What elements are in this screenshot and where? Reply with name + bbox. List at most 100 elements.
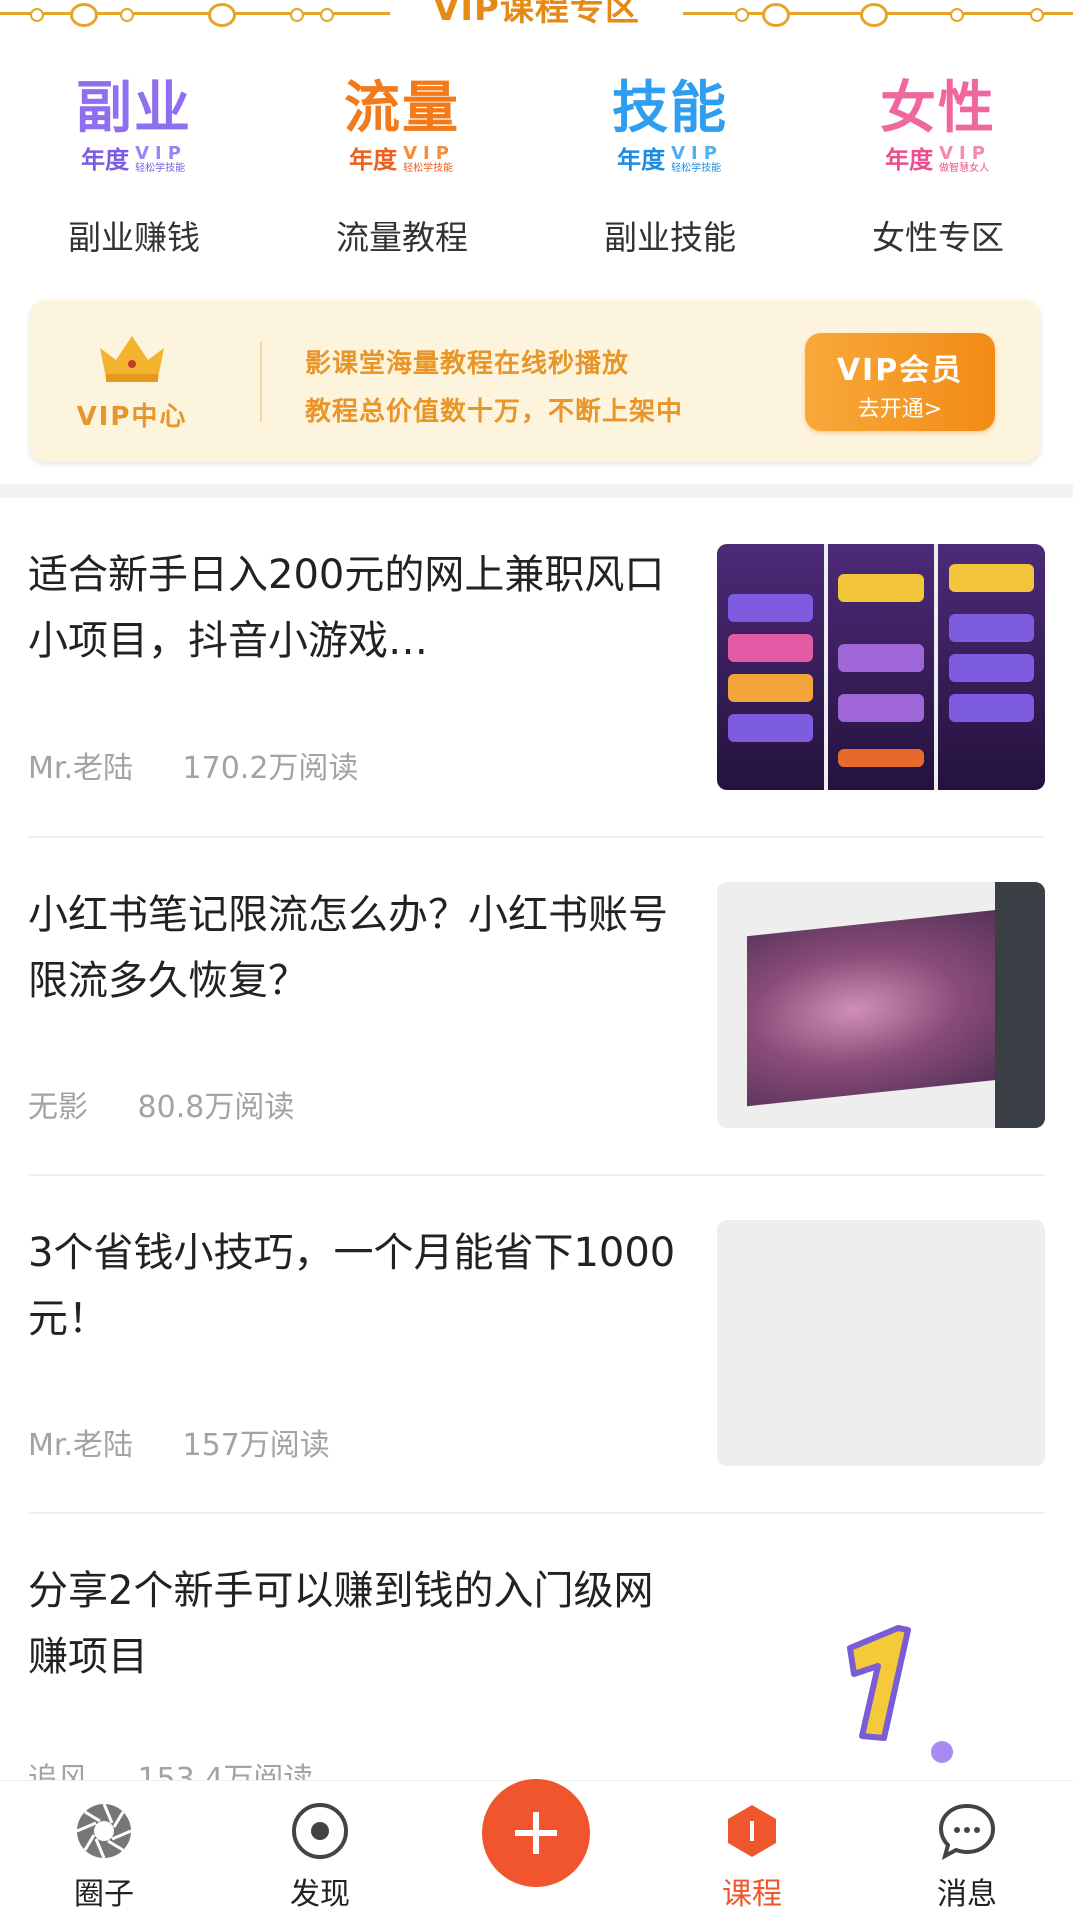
create-post-button[interactable] xyxy=(482,1779,590,1887)
category-women[interactable]: 女性 年度 VIP 做智慧女人 女性专区 xyxy=(804,75,1072,275)
category-logo-slogan: 轻松学技能 xyxy=(403,163,454,174)
office-display xyxy=(747,907,1017,1107)
category-logo-vip-text: VIP xyxy=(671,143,723,164)
aperture-icon xyxy=(74,1801,134,1861)
category-logo-sub: 年度 VIP 轻松学技能 xyxy=(81,145,187,175)
discover-icon xyxy=(290,1801,350,1861)
category-logo: 技能 年度 VIP 轻松学技能 xyxy=(600,75,740,195)
vip-button-subtitle: 去开通> xyxy=(857,397,943,422)
banner-ornament-ring xyxy=(70,3,98,27)
category-logo-slogan: 轻松学技能 xyxy=(135,163,186,174)
category-logo: 副业 年度 VIP 轻松学技能 xyxy=(64,75,204,195)
category-logo-title: 流量 xyxy=(344,76,460,141)
floating-badge-text: 1. xyxy=(832,1620,834,1621)
category-logo-title: 女性 xyxy=(880,76,996,141)
banner-ornament-dot xyxy=(290,8,304,22)
category-logo-year: 年度 xyxy=(617,146,666,174)
plus-icon xyxy=(515,1812,557,1854)
tab-label: 消息 xyxy=(937,1877,997,1912)
article-read-count: 157万阅读 xyxy=(182,1428,330,1463)
article-title: 3个省钱小技巧，一个月能省下1000元！ xyxy=(28,1230,676,1342)
banner-ornament-dot xyxy=(1030,8,1044,22)
article-meta: 无影 80.8万阅读 xyxy=(28,1082,294,1126)
banner-ornament-dot xyxy=(120,8,134,22)
category-logo-vip-text: VIP xyxy=(135,143,187,164)
floating-number-badge[interactable]: 1. xyxy=(832,1620,962,1770)
category-logo-vip-text: VIP xyxy=(403,143,455,164)
vip-card-description: 影课堂海量教程在线秒播放 教程总价值数十万，不断上架中 xyxy=(305,340,683,436)
tab-label: 发现 xyxy=(290,1877,350,1912)
tab-discover[interactable]: 发现 xyxy=(260,1801,380,1913)
course-icon xyxy=(722,1801,782,1861)
category-logo-sub: 年度 VIP 轻松学技能 xyxy=(617,145,723,175)
office-pillar xyxy=(995,882,1045,1128)
article-item[interactable]: 小红书笔记限流怎么办？小红书账号限流多久恢复？ 无影 80.8万阅读 xyxy=(0,838,1073,1176)
category-logo-vip-text: VIP xyxy=(939,143,991,164)
banner-ornament-dot xyxy=(950,8,964,22)
vip-card-divider xyxy=(260,342,262,422)
banner-ornament-ring xyxy=(208,3,236,27)
category-logo-sub: 年度 VIP 做智慧女人 xyxy=(885,145,991,175)
category-logo-slogan: 做智慧女人 xyxy=(939,163,990,174)
article-read-count: 170.2万阅读 xyxy=(182,751,359,786)
category-logo-vip: VIP 轻松学技能 xyxy=(135,145,187,175)
article-thumbnail xyxy=(717,882,1045,1128)
article-item[interactable]: 适合新手日入200元的网上兼职风口小项目，抖音小游戏… Mr.老陆 170.2万… xyxy=(0,498,1073,838)
article-title: 分享2个新手可以赚到钱的入门级网赚项目 xyxy=(28,1568,654,1680)
vip-membership-button[interactable]: VIP会员 去开通> xyxy=(805,333,995,431)
category-label: 副业赚钱 xyxy=(68,218,200,257)
category-logo-sub: 年度 VIP 轻松学技能 xyxy=(349,145,455,175)
category-logo-year: 年度 xyxy=(349,146,398,174)
banner-ornament-ring xyxy=(762,3,790,27)
category-traffic[interactable]: 流量 年度 VIP 轻松学技能 流量教程 xyxy=(268,75,536,275)
tab-label: 课程 xyxy=(722,1877,782,1912)
category-logo-vip: VIP 做智慧女人 xyxy=(939,145,991,175)
category-label: 女性专区 xyxy=(872,218,1004,257)
message-icon xyxy=(937,1801,997,1861)
article-author: 无影 xyxy=(28,1090,88,1125)
banner-ornament-dot xyxy=(735,8,749,22)
vip-card-line1: 影课堂海量教程在线秒播放 xyxy=(305,349,630,379)
category-logo-year: 年度 xyxy=(885,146,934,174)
category-label: 副业技能 xyxy=(604,218,736,257)
category-logo-title: 副业 xyxy=(76,76,192,141)
article-meta: Mr.老陆 170.2万阅读 xyxy=(28,743,358,787)
category-logo-slogan: 轻松学技能 xyxy=(671,163,722,174)
article-meta: Mr.老陆 157万阅读 xyxy=(28,1420,330,1464)
category-row: 副业 年度 VIP 轻松学技能 副业赚钱 流量 年度 VIP 轻松学技能 流量教… xyxy=(0,75,1073,275)
vip-button-title: VIP会员 xyxy=(836,353,964,388)
vip-center-card[interactable]: VIP中心 影课堂海量教程在线秒播放 教程总价值数十万，不断上架中 VIP会员 … xyxy=(30,300,1040,462)
tab-label: 圈子 xyxy=(74,1877,134,1912)
category-logo-vip: VIP 轻松学技能 xyxy=(403,145,455,175)
tab-circle[interactable]: 圈子 xyxy=(44,1801,164,1913)
game-screenshot xyxy=(938,544,1045,790)
vip-center-entry[interactable]: VIP中心 xyxy=(72,330,192,433)
category-logo-year: 年度 xyxy=(81,146,130,174)
article-read-count: 80.8万阅读 xyxy=(137,1090,295,1125)
article-title: 小红书笔记限流怎么办？小红书账号限流多久恢复？ xyxy=(28,892,668,1004)
article-item[interactable]: 3个省钱小技巧，一个月能省下1000元！ Mr.老陆 157万阅读 xyxy=(0,1176,1073,1514)
category-logo: 女性 年度 VIP 做智慧女人 xyxy=(868,75,1008,195)
vip-zone-banner: VIP课程专区 xyxy=(0,0,1073,34)
article-title: 适合新手日入200元的网上兼职风口小项目，抖音小游戏… xyxy=(28,552,665,664)
article-author: Mr.老陆 xyxy=(28,751,133,786)
vip-card-line2: 教程总价值数十万，不断上架中 xyxy=(305,397,684,427)
category-side-business[interactable]: 副业 年度 VIP 轻松学技能 副业赚钱 xyxy=(0,75,268,275)
category-skills[interactable]: 技能 年度 VIP 轻松学技能 副业技能 xyxy=(536,75,804,275)
article-thumbnail-placeholder xyxy=(717,1220,1045,1466)
category-logo-vip: VIP 轻松学技能 xyxy=(671,145,723,175)
banner-ornament-ring xyxy=(860,3,888,27)
tab-messages[interactable]: 消息 xyxy=(907,1801,1027,1913)
category-logo-title: 技能 xyxy=(612,76,728,141)
vip-center-label: VIP中心 xyxy=(76,402,188,432)
crown-icon xyxy=(100,336,164,382)
article-author: Mr.老陆 xyxy=(28,1428,133,1463)
banner-title: VIP课程专区 xyxy=(433,0,640,29)
banner-ornament-dot xyxy=(320,8,334,22)
tab-courses[interactable]: 课程 xyxy=(692,1801,812,1913)
banner-ornament-dot xyxy=(30,8,44,22)
game-screenshot xyxy=(717,544,824,790)
category-logo: 流量 年度 VIP 轻松学技能 xyxy=(332,75,472,195)
game-screenshot xyxy=(827,544,935,790)
bottom-tab-bar: 圈子 发现 课程 消息 xyxy=(0,1779,1073,1913)
